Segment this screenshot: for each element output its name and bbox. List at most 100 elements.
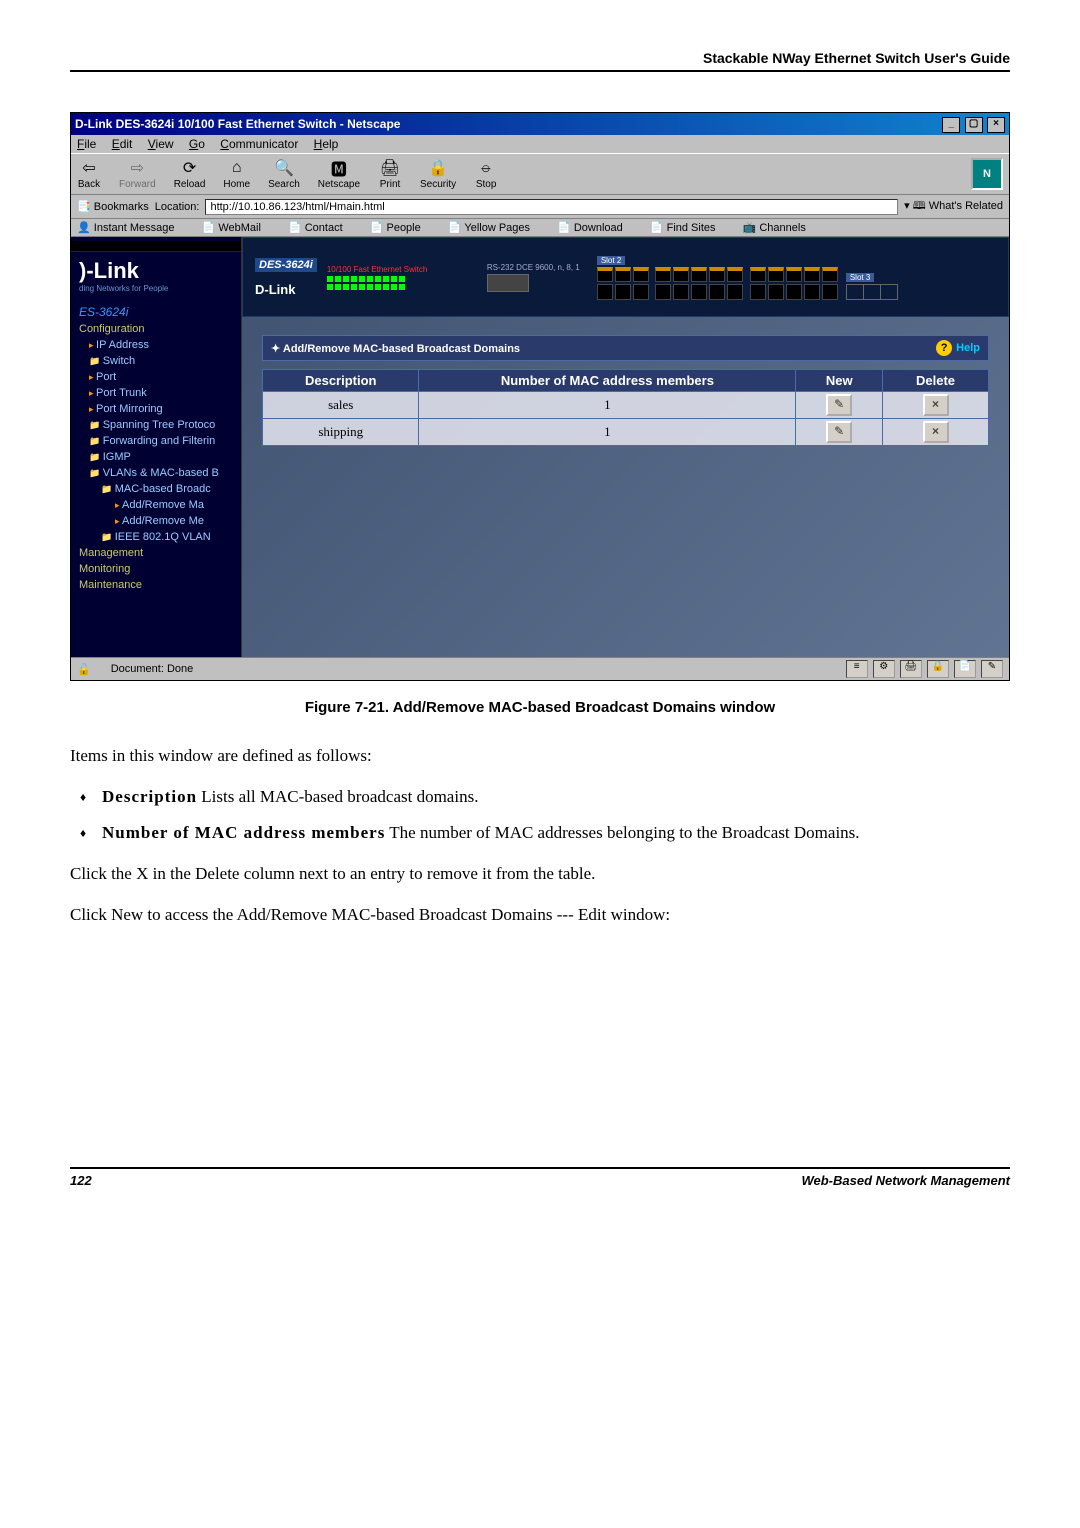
slot2-label: Slot 2 — [597, 256, 625, 265]
nav-configuration[interactable]: Configuration — [71, 321, 241, 337]
main-pane: DES-3624i D-Link 10/100 Fast Ethernet Sw… — [242, 237, 1009, 657]
col-description: Description — [263, 370, 419, 392]
dlink-logo: )-Link ding Networks for People — [71, 252, 241, 299]
nav-addrm1[interactable]: Add/Remove Ma — [71, 497, 241, 513]
device-subtitle: 10/100 Fast Ethernet Switch — [327, 265, 477, 274]
nav-mirror[interactable]: Port Mirroring — [71, 401, 241, 417]
back-icon: ⇦ — [77, 158, 101, 178]
quick-findsites[interactable]: 📄 Find Sites — [650, 222, 728, 234]
location-bar: 📑 Bookmarks Location: ▾ 🕮 What's Related — [71, 195, 1009, 219]
col-members: Number of MAC address members — [419, 370, 796, 392]
netscape-logo-icon: N — [971, 158, 1003, 190]
serial-port-icon — [487, 274, 529, 292]
nav-igmp[interactable]: IGMP — [71, 449, 241, 465]
back-button[interactable]: ⇦Back — [77, 158, 101, 190]
window-title: D-Link DES-3624i 10/100 Fast Ethernet Sw… — [75, 117, 400, 131]
col-new: New — [796, 370, 883, 392]
menu-help[interactable]: Help — [314, 137, 339, 151]
col-delete: Delete — [883, 370, 989, 392]
help-link[interactable]: ?Help — [936, 340, 980, 356]
slot3-label: Slot 3 — [846, 273, 874, 282]
menu-view[interactable]: View — [148, 137, 174, 151]
device-model-box: DES-3624i — [255, 258, 317, 272]
lock-icon: 🔒 — [426, 158, 450, 178]
port-icon — [597, 267, 613, 282]
menu-communicator[interactable]: Communicator — [220, 137, 298, 151]
broadcast-domains-table: Description Number of MAC address member… — [262, 369, 989, 446]
sidebar-nav: )-Link ding Networks for People ES-3624i… — [71, 237, 242, 657]
nav-management[interactable]: Management — [71, 545, 241, 561]
forward-icon: ⇨ — [125, 158, 149, 178]
location-label: Location: — [155, 201, 200, 213]
nav-switch[interactable]: Switch — [71, 353, 241, 369]
menu-file[interactable]: File — [77, 137, 96, 151]
print-button[interactable]: 🖨Print — [378, 158, 402, 190]
maximize-button[interactable]: ▢ — [965, 117, 983, 133]
cell-desc: sales — [263, 392, 419, 419]
security-button[interactable]: 🔒Security — [420, 158, 456, 190]
sidebar-model: ES-3624i — [71, 299, 241, 321]
doc-header-title: Stackable NWay Ethernet Switch User's Gu… — [70, 50, 1010, 70]
table-row: sales 1 ✎ × — [263, 392, 989, 419]
whats-related-button[interactable]: ▾ 🕮 What's Related — [904, 197, 1003, 216]
status-icon: ≡ — [846, 660, 868, 678]
menu-bar[interactable]: File Edit View Go Communicator Help — [71, 135, 1009, 153]
page-number: 122 — [70, 1173, 92, 1188]
menu-edit[interactable]: Edit — [112, 137, 133, 151]
nav-port[interactable]: Port — [71, 369, 241, 385]
quick-channels[interactable]: 📺 Channels — [743, 222, 818, 234]
menu-go[interactable]: Go — [189, 137, 205, 151]
toolbar: ⇦Back ⇨Forward ⟳Reload ⌂Home 🔍Search 🅼Ne… — [71, 153, 1009, 195]
forward-button[interactable]: ⇨Forward — [119, 158, 156, 190]
new-button[interactable]: ✎ — [826, 394, 852, 416]
stop-button[interactable]: ⦵Stop — [474, 158, 498, 190]
figure-caption: Figure 7-21. Add/Remove MAC-based Broadc… — [70, 699, 1010, 716]
home-button[interactable]: ⌂Home — [223, 158, 250, 190]
nav-maintenance[interactable]: Maintenance — [71, 577, 241, 593]
body-p3: Click New to access the Add/Remove MAC-b… — [70, 903, 1010, 928]
reload-icon: ⟳ — [178, 158, 202, 178]
delete-button[interactable]: × — [923, 394, 949, 416]
help-icon: ? — [936, 340, 952, 356]
panel-title-bar: ✦ Add/Remove MAC-based Broadcast Domains… — [262, 335, 989, 361]
quick-instant[interactable]: 👤 Instant Message — [77, 222, 186, 234]
nav-monitoring[interactable]: Monitoring — [71, 561, 241, 577]
minimize-button[interactable]: _ — [942, 117, 960, 133]
doc-header-rule — [70, 70, 1010, 72]
quick-contact[interactable]: 📄 Contact — [288, 222, 355, 234]
nav-trunk[interactable]: Port Trunk — [71, 385, 241, 401]
nav-addrm2[interactable]: Add/Remove Me — [71, 513, 241, 529]
bookmarks-button[interactable]: 📑 Bookmarks — [77, 200, 149, 213]
status-icon: ⚙ — [873, 660, 895, 678]
rs232-label: RS-232 DCE 9600, n, 8, 1 — [487, 263, 587, 272]
status-icon: 🔒 — [927, 660, 949, 678]
search-button[interactable]: 🔍Search — [268, 158, 300, 190]
reload-button[interactable]: ⟳Reload — [174, 158, 206, 190]
status-icon: ✎ — [981, 660, 1003, 678]
panel-title: Add/Remove MAC-based Broadcast Domains — [283, 343, 520, 355]
nav-ieee[interactable]: IEEE 802.1Q VLAN — [71, 529, 241, 545]
close-button[interactable]: × — [987, 117, 1005, 133]
home-icon: ⌂ — [225, 158, 249, 178]
netscape-window: D-Link DES-3624i 10/100 Fast Ethernet Sw… — [70, 112, 1010, 681]
nav-macb[interactable]: MAC-based Broadc — [71, 481, 241, 497]
quick-people[interactable]: 📄 People — [370, 222, 433, 234]
nav-fwd[interactable]: Forwarding and Filterin — [71, 433, 241, 449]
search-icon: 🔍 — [272, 158, 296, 178]
body-p2: Click the X in the Delete column next to… — [70, 862, 1010, 887]
stop-icon: ⦵ — [474, 158, 498, 178]
window-controls[interactable]: _ ▢ × — [941, 115, 1005, 133]
new-button[interactable]: ✎ — [826, 421, 852, 443]
body-intro: Items in this window are defined as foll… — [70, 744, 1010, 769]
quick-download[interactable]: 📄 Download — [557, 222, 635, 234]
quick-yellow[interactable]: 📄 Yellow Pages — [448, 222, 542, 234]
url-input[interactable] — [205, 199, 898, 215]
nav-vlans[interactable]: VLANs & MAC-based B — [71, 465, 241, 481]
delete-button[interactable]: × — [923, 421, 949, 443]
netscape-button[interactable]: 🅼Netscape — [318, 158, 360, 190]
nav-ip[interactable]: IP Address — [71, 337, 241, 353]
nav-stp[interactable]: Spanning Tree Protoco — [71, 417, 241, 433]
status-bar: 🔓 Document: Done ≡ ⚙ 🖨 🔒 📄 ✎ — [71, 657, 1009, 680]
page-content: )-Link ding Networks for People ES-3624i… — [71, 237, 1009, 657]
quick-webmail[interactable]: 📄 WebMail — [202, 222, 273, 234]
